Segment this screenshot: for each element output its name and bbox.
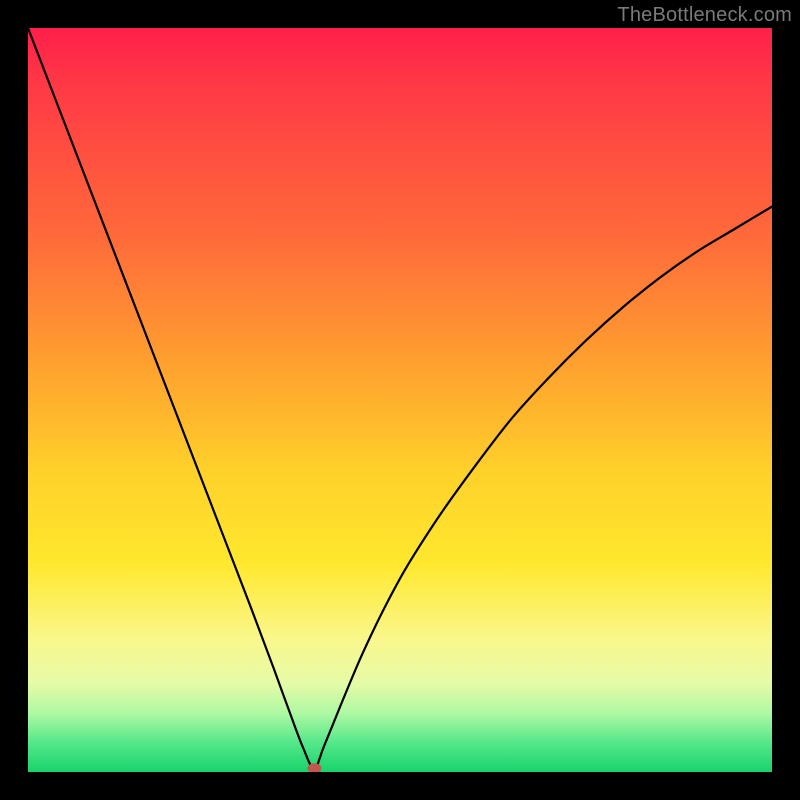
chart-svg bbox=[28, 28, 772, 772]
watermark-text: TheBottleneck.com bbox=[617, 4, 792, 27]
chart-frame: TheBottleneck.com bbox=[0, 0, 800, 800]
plot-area bbox=[28, 28, 772, 772]
bottleneck-curve bbox=[28, 28, 772, 768]
